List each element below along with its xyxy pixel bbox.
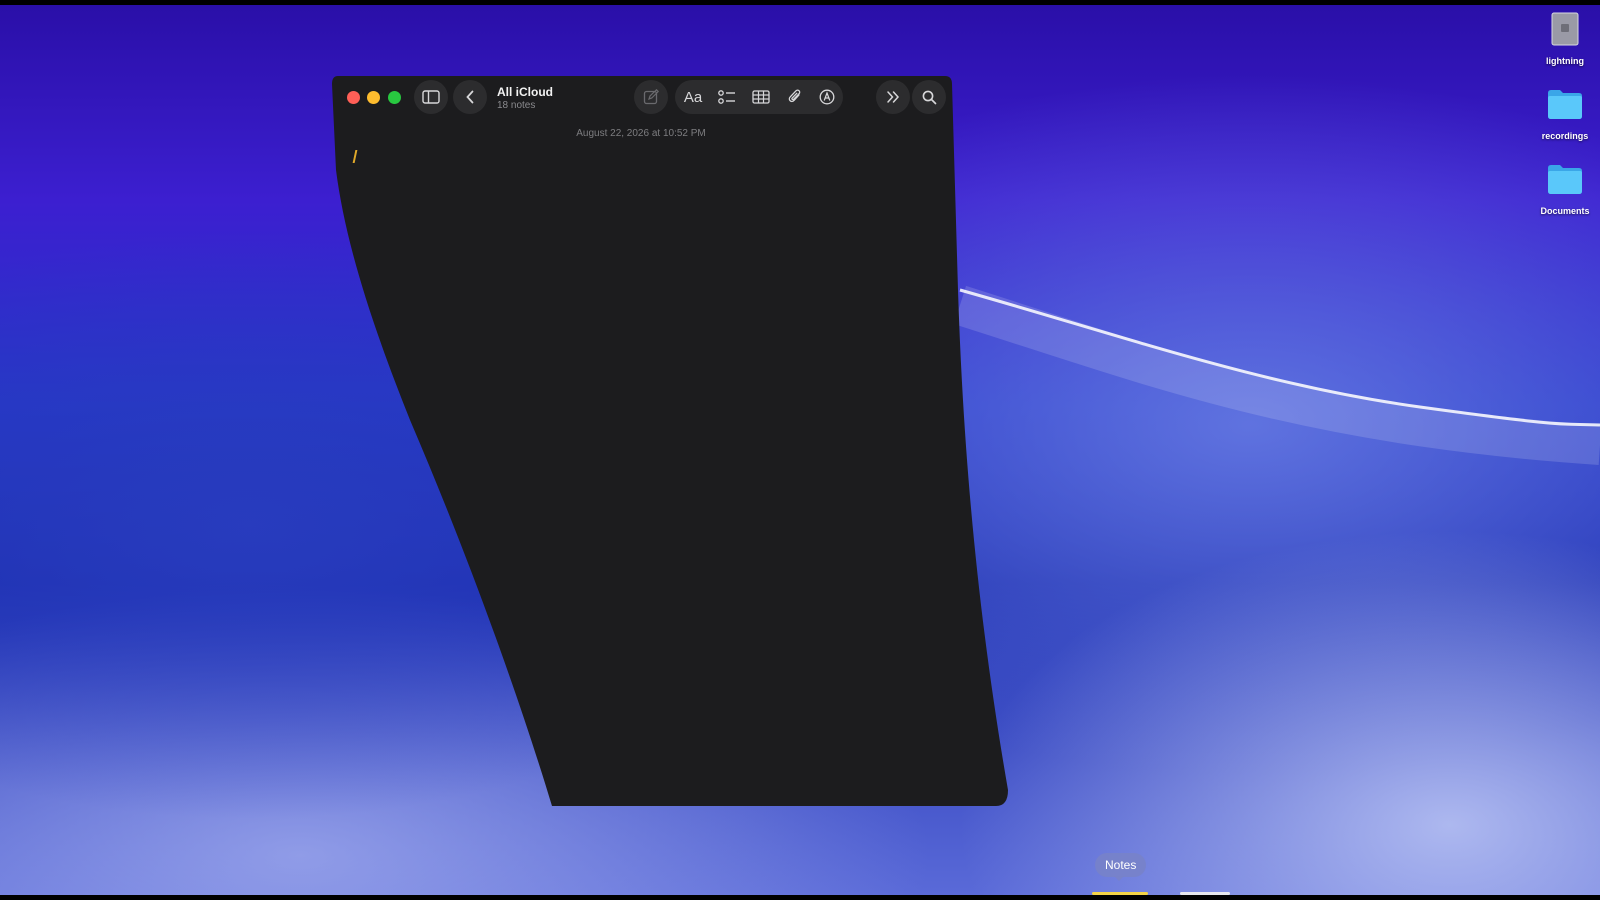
checklist-icon [718, 90, 735, 104]
note-date: August 22, 2026 at 10:52 PM [576, 128, 706, 139]
checklist-button[interactable] [710, 80, 744, 114]
folder-icon [1548, 165, 1582, 194]
zoom-button[interactable] [388, 91, 401, 104]
dock-tooltip-arrow [1114, 876, 1124, 881]
desktop-item-label: lightning [1546, 56, 1584, 66]
desktop-item-label: Documents [1540, 206, 1590, 216]
compose-icon [643, 89, 659, 105]
minimize-button[interactable] [367, 91, 380, 104]
format-button[interactable]: Aa [676, 80, 710, 114]
double-chevron-icon [887, 91, 900, 103]
sidebar-icon [422, 90, 440, 104]
search-icon [922, 90, 936, 104]
dock-app-icon-edge[interactable] [1180, 892, 1230, 895]
more-button[interactable] [876, 80, 910, 114]
chevron-left-icon [466, 90, 474, 104]
markup-button[interactable] [810, 80, 844, 114]
dock-tooltip: Notes [1095, 853, 1147, 877]
desktop-item-recordings[interactable]: recordings [1525, 88, 1600, 148]
folder-icon [1548, 90, 1582, 119]
compose-button[interactable] [634, 80, 668, 114]
markup-icon [819, 89, 835, 105]
table-button[interactable] [744, 80, 778, 114]
dock-notes-icon-edge[interactable] [1092, 892, 1148, 895]
desktop-item-documents[interactable]: Documents [1525, 163, 1600, 223]
sidebar-toggle-button[interactable] [414, 80, 448, 114]
document-icon [1551, 12, 1579, 46]
table-icon [752, 90, 770, 104]
back-button[interactable] [453, 80, 487, 114]
search-button[interactable] [912, 80, 946, 114]
desktop-item-label: recordings [1541, 131, 1589, 141]
note-editor[interactable] [345, 145, 935, 785]
attachment-button[interactable] [778, 80, 812, 114]
notes-window[interactable]: All iCloud 18 notes Aa August 22, 2026 a… [0, 0, 1600, 900]
close-button[interactable] [347, 91, 360, 104]
folder-title: All iCloud [497, 85, 553, 99]
format-label: Aa [683, 88, 703, 106]
desktop-item-lightning[interactable]: lightning [1525, 12, 1600, 72]
paperclip-icon [788, 89, 801, 103]
note-count: 18 notes [497, 100, 536, 111]
